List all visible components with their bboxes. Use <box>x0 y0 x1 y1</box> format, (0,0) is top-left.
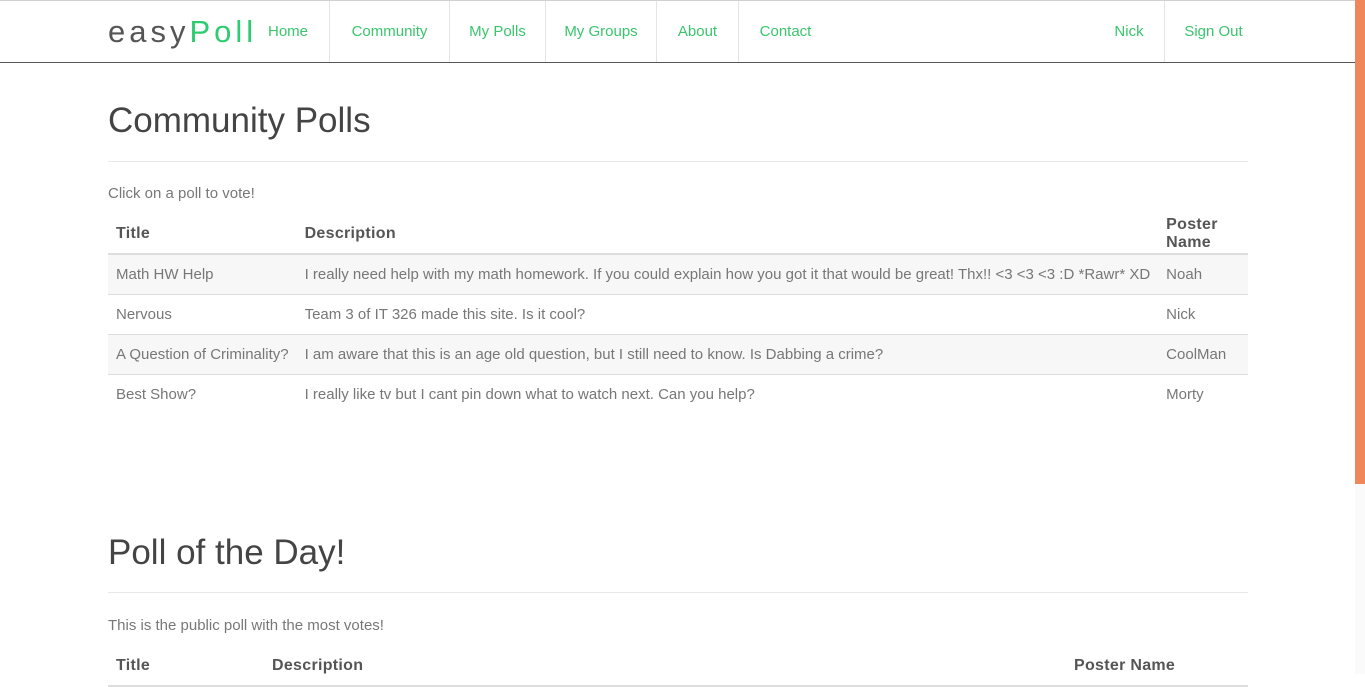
header-title: Title <box>108 215 297 255</box>
table-row[interactable]: Nervous Team 3 of IT 326 made this site.… <box>108 294 1248 335</box>
row-title[interactable]: Best Show? <box>108 374 297 414</box>
table-header-row: Title Description Poster Name <box>108 215 1248 255</box>
potd-subtitle: This is the public poll with the most vo… <box>108 617 384 634</box>
row-poster[interactable]: CoolMan <box>1158 334 1248 375</box>
potd-table: Title Description Poster Name <box>108 647 1248 687</box>
nav-community[interactable]: Community <box>329 1 449 62</box>
scrollbar[interactable] <box>1355 0 1365 674</box>
row-title[interactable]: A Question of Criminality? <box>108 334 297 375</box>
nav-user[interactable]: Nick <box>1094 1 1164 62</box>
community-title: Community Polls <box>108 101 371 140</box>
nav-about[interactable]: About <box>656 1 738 62</box>
nav-contact[interactable]: Contact <box>738 1 832 62</box>
top-navbar: easyPoll Home Community My Polls My Grou… <box>0 0 1355 63</box>
header-title: Title <box>108 647 264 687</box>
header-poster: Poster Name <box>1158 215 1248 255</box>
header-poster: Poster Name <box>1066 647 1248 687</box>
poll-of-the-day-section: Poll of the Day! This is the public poll… <box>108 532 1248 687</box>
scrollbar-thumb[interactable] <box>1355 0 1365 484</box>
row-poster[interactable]: Noah <box>1158 253 1248 295</box>
row-description[interactable]: I really like tv but I cant pin down wha… <box>296 374 1159 414</box>
row-title[interactable]: Math HW Help <box>108 253 297 295</box>
potd-title: Poll of the Day! <box>108 533 346 572</box>
row-poster[interactable]: Morty <box>1158 374 1248 414</box>
row-description[interactable]: I really need help with my math homework… <box>296 253 1159 295</box>
row-description[interactable]: Team 3 of IT 326 made this site. Is it c… <box>296 294 1159 335</box>
brand-prefix: easy <box>108 14 190 49</box>
community-polls-section: Community Polls Click on a poll to vote!… <box>108 100 1248 420</box>
header-description: Description <box>264 647 1066 687</box>
nav-my-groups[interactable]: My Groups <box>545 1 656 62</box>
community-divider <box>108 161 1248 162</box>
table-row[interactable]: Best Show? I really like tv but I cant p… <box>108 374 1248 414</box>
community-subtitle: Click on a poll to vote! <box>108 185 255 202</box>
nav-home[interactable]: Home <box>247 1 329 62</box>
row-description[interactable]: I am aware that this is an age old quest… <box>296 334 1159 375</box>
potd-divider <box>108 592 1248 593</box>
nav-my-polls[interactable]: My Polls <box>449 1 545 62</box>
nav-sign-out[interactable]: Sign Out <box>1164 1 1262 62</box>
row-poster[interactable]: Nick <box>1158 294 1248 335</box>
community-polls-table: Title Description Poster Name Math HW He… <box>108 215 1248 414</box>
brand-logo[interactable]: easyPoll <box>108 13 257 51</box>
table-row[interactable]: A Question of Criminality? I am aware th… <box>108 334 1248 375</box>
header-description: Description <box>296 215 1159 255</box>
table-row[interactable]: Math HW Help I really need help with my … <box>108 253 1248 295</box>
table-header-row: Title Description Poster Name <box>108 647 1248 687</box>
row-title[interactable]: Nervous <box>108 294 297 335</box>
